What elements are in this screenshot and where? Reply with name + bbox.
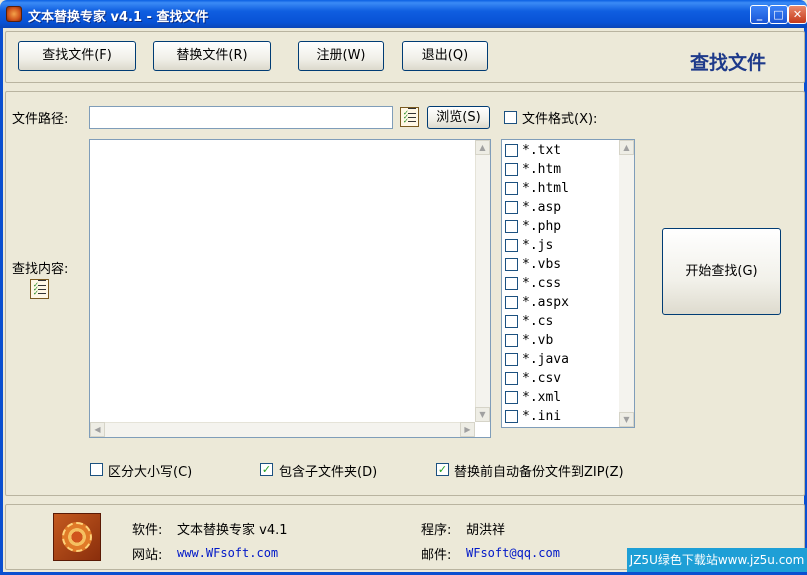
extension-checkbox[interactable] [505, 163, 518, 176]
extension-label: *.htm [522, 162, 562, 177]
start-search-button[interactable]: 开始查找(G) [662, 228, 781, 315]
browse-button[interactable]: 浏览(S) [427, 106, 490, 129]
find-files-button[interactable]: 查找文件(F) [18, 41, 136, 71]
gear-icon [62, 522, 92, 552]
extension-checkbox[interactable] [505, 144, 518, 157]
content-textarea[interactable]: ▲ ▼ ◀ ▶ [89, 139, 491, 438]
extension-item[interactable]: *.css [503, 274, 619, 293]
scroll-down-icon[interactable]: ▼ [475, 407, 490, 422]
scroll-down-icon[interactable]: ▼ [619, 412, 634, 427]
author-value: 胡洪祥 [466, 523, 506, 538]
extension-label: *.cs [522, 314, 554, 329]
extension-checkbox[interactable] [505, 391, 518, 404]
email-link[interactable]: WFsoft@qq.com [466, 546, 560, 560]
include-subfolders-checkbox[interactable]: ✓ [260, 463, 273, 476]
extension-label: *.css [522, 276, 562, 291]
section-title: 查找文件 [690, 52, 767, 74]
extension-item[interactable]: *.vbs [503, 255, 619, 274]
extension-checkbox[interactable] [505, 296, 518, 309]
include-subfolders-label: 包含子文件夹(D) [279, 465, 378, 480]
extension-checkbox[interactable] [505, 353, 518, 366]
extension-checkbox[interactable] [505, 315, 518, 328]
extension-item[interactable]: *.cs [503, 312, 619, 331]
register-button[interactable]: 注册(W) [298, 41, 384, 71]
app-logo-icon [53, 513, 101, 561]
extension-checkbox[interactable] [505, 182, 518, 195]
extension-label: *.js [522, 238, 554, 253]
extension-checkbox[interactable] [505, 258, 518, 271]
window-title: 文本替换专家 v4.1 - 查找文件 [28, 10, 209, 25]
scroll-up-icon[interactable]: ▲ [619, 140, 634, 155]
website-link[interactable]: www.WFsoft.com [177, 546, 278, 560]
close-button[interactable]: ✕ [788, 5, 807, 24]
path-history-icon[interactable]: ✓ ✓ ✓ [400, 107, 419, 127]
extension-list[interactable]: *.txt *.htm *.html *.asp *.php *.js *.vbs *.css… [501, 139, 635, 428]
content-history-icon[interactable]: ✓ ✓ ✓ [30, 279, 49, 299]
extension-checkbox[interactable] [505, 201, 518, 214]
path-input[interactable] [89, 106, 393, 129]
scroll-right-icon[interactable]: ▶ [460, 422, 475, 437]
minimize-button[interactable]: _ [750, 5, 769, 24]
extension-item[interactable]: *.vb [503, 331, 619, 350]
extension-label: *.asp [522, 200, 562, 215]
extension-item[interactable]: *.asp [503, 198, 619, 217]
maximize-button[interactable]: □ [769, 5, 788, 24]
software-label: 软件: [132, 523, 163, 538]
backup-zip-checkbox[interactable]: ✓ [436, 463, 449, 476]
extension-item[interactable]: *.html [503, 179, 619, 198]
software-value: 文本替换专家 v4.1 [177, 523, 288, 538]
author-label: 程序: [421, 523, 452, 538]
content-label: 查找内容: [12, 262, 69, 277]
extension-checkbox[interactable] [505, 220, 518, 233]
extension-label: *.txt [522, 143, 562, 158]
extension-checkbox[interactable] [505, 372, 518, 385]
extension-label: *.java [522, 352, 569, 367]
extension-checkbox[interactable] [505, 277, 518, 290]
extension-item[interactable]: *.ini [503, 407, 619, 426]
app-icon[interactable] [6, 6, 22, 22]
extension-checkbox[interactable] [505, 239, 518, 252]
extension-checkbox[interactable] [505, 334, 518, 347]
extension-item[interactable]: *.htm [503, 160, 619, 179]
file-format-label: 文件格式(X): [522, 112, 598, 127]
extension-label: *.ini [522, 409, 562, 424]
extension-label: *.html [522, 181, 569, 196]
file-format-checkbox[interactable] [504, 111, 517, 124]
scroll-left-icon[interactable]: ◀ [90, 422, 105, 437]
replace-files-button[interactable]: 替换文件(R) [153, 41, 271, 71]
extension-item[interactable]: *.php [503, 217, 619, 236]
extension-label: *.csv [522, 371, 562, 386]
exit-button[interactable]: 退出(Q) [402, 41, 488, 71]
content-horizontal-scrollbar[interactable]: ◀ ▶ [90, 422, 475, 437]
path-label: 文件路径: [12, 112, 69, 127]
extension-item[interactable]: *.aspx [503, 293, 619, 312]
extension-list-scrollbar[interactable]: ▲ ▼ [619, 140, 634, 427]
extension-item[interactable]: *.txt [503, 141, 619, 160]
extension-label: *.xml [522, 390, 562, 405]
extension-item[interactable]: *.js [503, 236, 619, 255]
extension-label: *.vbs [522, 257, 562, 272]
case-sensitive-label: 区分大小写(C) [108, 465, 193, 480]
case-sensitive-checkbox[interactable] [90, 463, 103, 476]
website-label: 网站: [132, 548, 163, 563]
backup-zip-label: 替换前自动备份文件到ZIP(Z) [454, 465, 624, 480]
extension-item[interactable]: *.java [503, 350, 619, 369]
extension-label: *.vb [522, 333, 554, 348]
scroll-up-icon[interactable]: ▲ [475, 140, 490, 155]
email-label: 邮件: [421, 548, 452, 563]
content-vertical-scrollbar[interactable]: ▲ ▼ [475, 140, 490, 422]
title-bar[interactable]: 文本替换专家 v4.1 - 查找文件 _ □ ✕ [0, 0, 807, 28]
extension-item[interactable]: *.xml [503, 388, 619, 407]
extension-item[interactable]: *.csv [503, 369, 619, 388]
extension-checkbox[interactable] [505, 410, 518, 423]
watermark: JZ5U绿色下载站www.jz5u.com [627, 548, 807, 572]
extension-label: *.aspx [522, 295, 569, 310]
extension-label: *.php [522, 219, 562, 234]
